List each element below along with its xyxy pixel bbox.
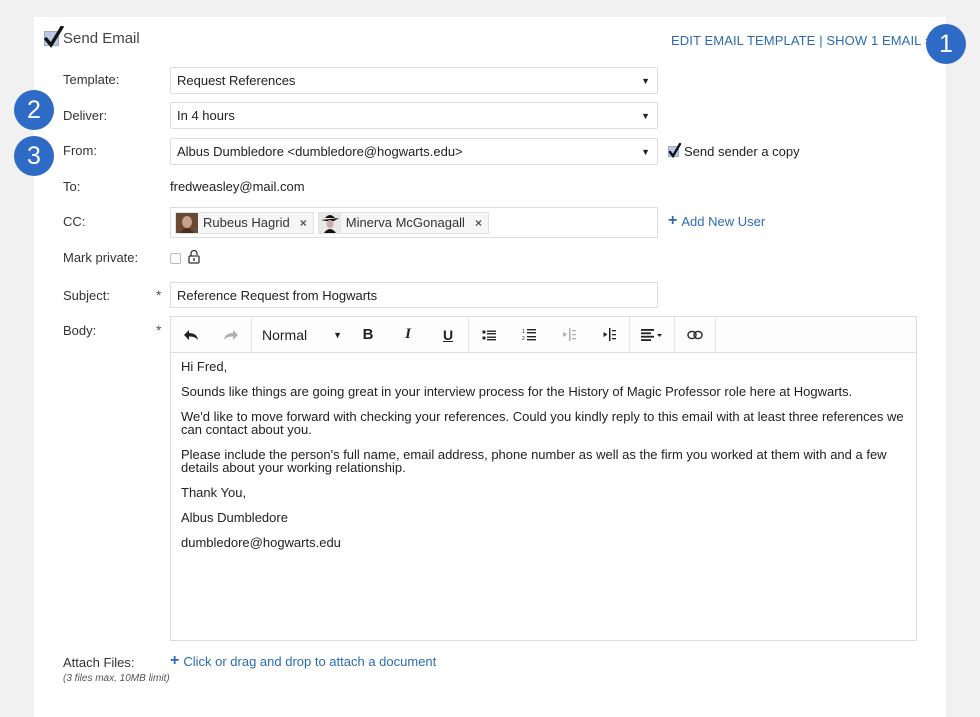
cc-recipient-chip: Rubeus Hagrid ×	[175, 211, 314, 234]
list-group: 12	[469, 317, 630, 352]
template-label: Template:	[63, 72, 120, 87]
remove-recipient-icon[interactable]: ×	[300, 216, 307, 230]
undo-button[interactable]	[171, 317, 211, 353]
body-paragraph: Please include the person's full name, e…	[181, 447, 887, 475]
align-group	[630, 317, 675, 352]
numbered-list-icon: 12	[522, 329, 536, 341]
chevron-down-icon: ▼	[333, 329, 342, 340]
svg-text:2: 2	[522, 336, 525, 341]
body-paragraph: dumbledore@hogwarts.edu	[181, 535, 341, 550]
cc-recipient-name: Rubeus Hagrid	[203, 215, 290, 230]
remove-recipient-icon[interactable]: ×	[475, 216, 482, 230]
body-content[interactable]: Hi Fred, Sounds like things are going gr…	[171, 353, 916, 568]
italic-icon: I	[405, 326, 411, 342]
body-label: Body:	[63, 323, 97, 338]
cc-label: CC:	[63, 214, 86, 229]
bullet-list-button[interactable]	[469, 317, 509, 353]
attach-files-note: (3 files max, 10MB limit)	[63, 673, 170, 684]
bold-icon: B	[362, 326, 374, 343]
numbered-list-button[interactable]: 12	[509, 317, 549, 353]
mark-private-label: Mark private:	[63, 250, 139, 265]
send-email-checkbox[interactable]	[44, 26, 64, 48]
chevron-down-icon: ▼	[641, 76, 650, 86]
to-label: To:	[63, 179, 81, 194]
mark-private-checkbox[interactable]	[170, 253, 181, 264]
history-group	[171, 317, 252, 352]
avatar	[318, 212, 341, 233]
format-group: Normal ▼ B I U	[252, 317, 469, 352]
undo-icon	[184, 329, 198, 340]
link-group	[675, 317, 716, 352]
required-marker: *	[156, 287, 162, 303]
deliver-value: In 4 hours	[177, 108, 235, 123]
step-badge-1: 1	[926, 24, 966, 64]
bold-button[interactable]: B	[348, 317, 388, 353]
cc-recipient-name: Minerva McGonagall	[345, 215, 465, 230]
link-icon	[687, 330, 703, 339]
lock-icon	[188, 249, 200, 269]
body-paragraph: Hi Fred,	[181, 359, 228, 374]
send-copy-label: Send sender a copy	[684, 144, 800, 159]
step-badge-3: 3	[14, 136, 54, 176]
send-copy-checkbox[interactable]	[668, 143, 682, 159]
link-separator: |	[819, 33, 823, 48]
deliver-select[interactable]: In 4 hours ▼	[170, 102, 658, 129]
attach-document-label: Click or drag and drop to attach a docum…	[183, 653, 437, 669]
outdent-icon	[563, 328, 576, 341]
avatar	[176, 212, 198, 233]
format-select[interactable]: Normal ▼	[252, 317, 348, 353]
body-paragraph: Thank You,	[181, 485, 247, 500]
subject-input[interactable]: Reference Request from Hogwarts	[170, 282, 658, 308]
show-emails-link[interactable]: SHOW 1 EMAIL ››	[826, 33, 933, 48]
indent-icon	[603, 328, 616, 341]
underline-icon: U	[442, 326, 454, 343]
chevron-down-icon: ▼	[641, 147, 650, 157]
subject-value: Reference Request from Hogwarts	[177, 287, 378, 303]
body-paragraph: Sounds like things are going great in yo…	[181, 384, 853, 399]
step-badge-2: 2	[14, 90, 54, 130]
align-icon	[641, 328, 662, 341]
format-value: Normal	[262, 326, 308, 343]
attach-document-button[interactable]: + Click or drag and drop to attach a doc…	[170, 652, 436, 670]
bullet-list-icon	[482, 329, 496, 340]
redo-icon	[224, 329, 238, 340]
cc-input[interactable]: Rubeus Hagrid × Minerva McGonagall ×	[170, 207, 658, 238]
deliver-label: Deliver:	[63, 108, 108, 123]
from-select[interactable]: Albus Dumbledore <dumbledore@hogwarts.ed…	[170, 138, 658, 165]
body-paragraph: Albus Dumbledore	[181, 510, 288, 525]
attach-files-label: Attach Files:	[63, 655, 135, 670]
template-value: Request References	[177, 73, 296, 88]
outdent-button[interactable]	[549, 317, 589, 353]
send-email-header: Send Email	[44, 26, 140, 48]
required-marker: *	[156, 322, 162, 338]
plus-icon: +	[170, 652, 180, 669]
plus-icon: +	[668, 212, 678, 229]
send-copy-option: Send sender a copy	[668, 143, 800, 159]
header-links: EDIT EMAIL TEMPLATE | SHOW 1 EMAIL ››	[671, 33, 934, 48]
body-paragraph: We'd like to move forward with checking …	[181, 409, 904, 437]
underline-button[interactable]: U	[428, 317, 468, 353]
cc-recipient-chip: Minerva McGonagall ×	[317, 211, 489, 234]
align-button[interactable]	[630, 317, 674, 353]
editor-toolbar: Normal ▼ B I U 12	[171, 317, 916, 353]
redo-button[interactable]	[211, 317, 251, 353]
body-editor: Normal ▼ B I U 12 Hi Fred, Sounds like t…	[170, 316, 917, 641]
link-button[interactable]	[675, 317, 715, 353]
page-title: Send Email	[63, 30, 140, 47]
add-new-user-button[interactable]: + Add New User	[668, 212, 765, 230]
svg-text:1: 1	[522, 329, 525, 335]
indent-button[interactable]	[589, 317, 629, 353]
from-label: From:	[63, 143, 97, 158]
to-value: fredweasley@mail.com	[170, 179, 305, 194]
from-value: Albus Dumbledore <dumbledore@hogwarts.ed…	[177, 144, 463, 159]
italic-button[interactable]: I	[388, 317, 428, 353]
template-select[interactable]: Request References ▼	[170, 67, 658, 94]
chevron-down-icon: ▼	[641, 111, 650, 121]
edit-email-template-link[interactable]: EDIT EMAIL TEMPLATE	[671, 33, 815, 48]
subject-label: Subject:	[63, 288, 110, 303]
add-new-user-label: Add New User	[681, 213, 766, 229]
